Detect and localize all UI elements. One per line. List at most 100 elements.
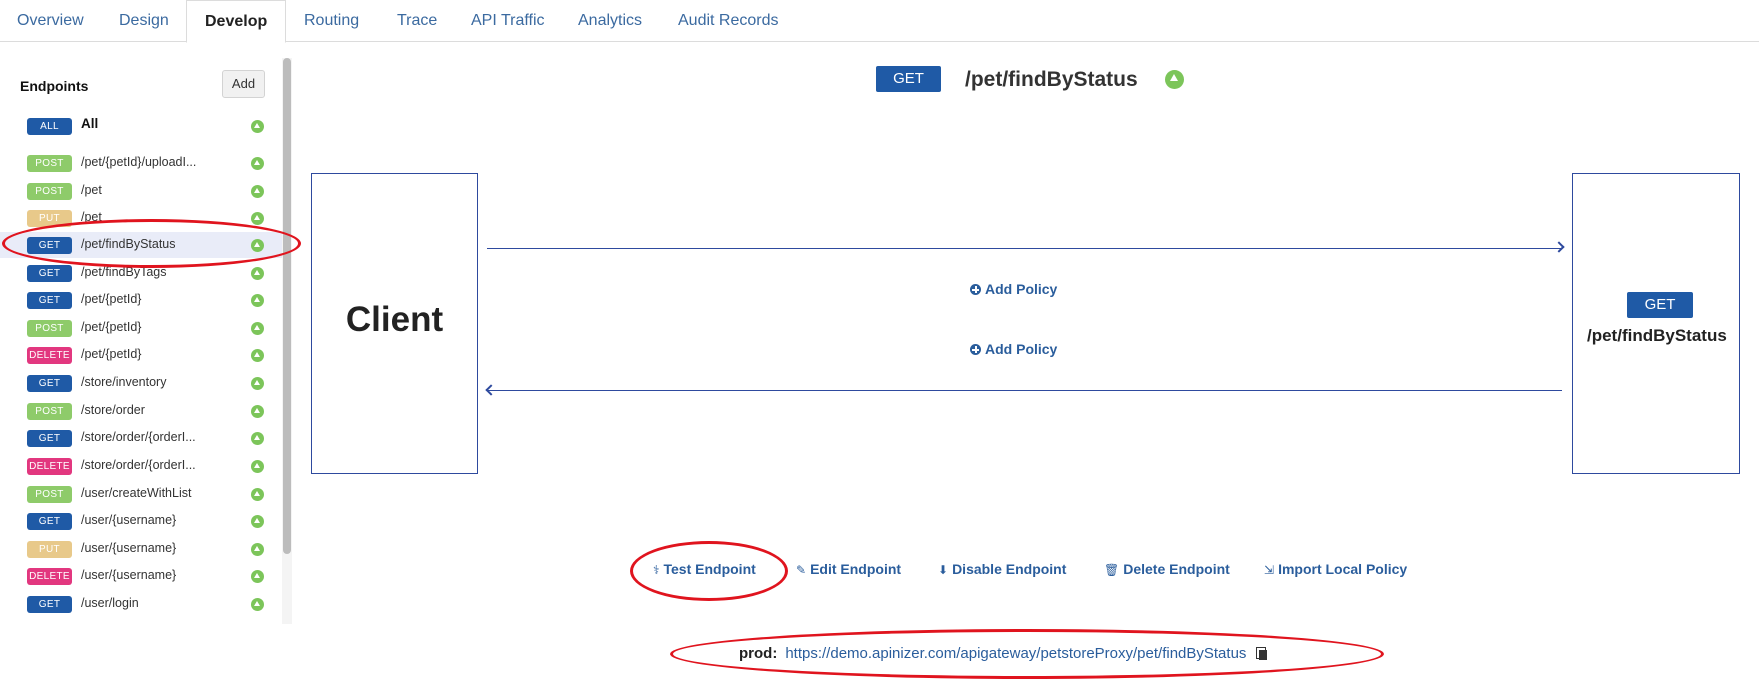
endpoint-path: All [81,116,99,131]
status-up-icon [251,377,264,390]
endpoint-list: ALL All POST/pet/{petId}/uploadI... POST/pe… [0,108,282,624]
endpoint-path: /store/order [81,403,145,417]
backend-method-badge: GET [1627,292,1693,318]
endpoints-title: Endpoints [20,78,89,94]
endpoint-title: /pet/findByStatus [965,68,1138,91]
import-icon: ⇲ [1264,563,1275,577]
endpoint-path: /pet/{petId} [81,347,142,361]
sidebar-scroll-thumb[interactable] [283,58,291,554]
status-up-icon [251,267,264,280]
endpoint-item[interactable]: DELETE/pet/{petId} [0,342,282,368]
add-endpoint-button[interactable]: Add [222,70,265,98]
delete-endpoint-button[interactable]: 🗑 Delete Endpoint [1104,561,1230,577]
backend-box: GET /pet/findByStatus [1572,173,1740,474]
endpoint-item[interactable]: POST/pet/{petId} [0,315,282,341]
endpoint-path: /pet/findByStatus [81,237,176,251]
copy-icon[interactable] [1256,647,1268,660]
endpoint-item[interactable]: ALL All [0,113,282,139]
endpoint-path: /user/{username} [81,568,177,582]
status-up-icon [251,488,264,501]
sidebar-scrollbar[interactable] [282,58,292,624]
tab-design[interactable]: Design [119,0,169,42]
method-badge: GET [27,375,72,392]
disable-endpoint-button[interactable]: ⬇ Disable Endpoint [938,561,1066,577]
endpoint-item[interactable]: PUT/user/{username} [0,536,282,562]
add-request-policy-button[interactable]: Add Policy [970,281,1057,297]
response-flow-line [487,390,1562,391]
edit-endpoint-button[interactable]: ✎ Edit Endpoint [796,561,901,577]
method-badge: POST [27,486,72,503]
arrow-right-icon [1553,241,1565,253]
tab-overview[interactable]: Overview [17,0,84,42]
endpoint-item[interactable]: GET/pet/{petId} [0,287,282,313]
edit-endpoint-label: Edit Endpoint [810,561,902,577]
plus-circle-icon [970,344,981,355]
endpoint-item[interactable]: GET/pet/findByStatus [0,232,282,258]
endpoint-path: /store/inventory [81,375,167,389]
status-up-icon [251,185,264,198]
method-badge: GET [27,237,72,254]
add-policy-label: Add Policy [985,341,1058,357]
status-up-icon [251,349,264,362]
tab-audit-records[interactable]: Audit Records [678,0,779,42]
method-badge: GET [27,292,72,309]
status-up-icon [251,460,264,473]
endpoint-path: /user/login [81,596,139,610]
add-response-policy-button[interactable]: Add Policy [970,341,1057,357]
endpoint-item[interactable]: POST/store/order [0,398,282,424]
endpoint-path: /store/order/{orderI... [81,430,196,444]
endpoint-item[interactable]: PUT/pet [0,205,282,231]
test-endpoint-button[interactable]: ⚕ Test Endpoint [653,561,756,577]
prod-label: prod: [739,645,778,662]
endpoint-item[interactable]: GET/store/order/{orderI... [0,425,282,451]
method-badge: GET [27,265,72,282]
status-up-icon [251,543,264,556]
tab-trace[interactable]: Trace [397,0,437,42]
backend-path: /pet/findByStatus [1587,326,1727,345]
import-local-policy-label: Import Local Policy [1278,561,1408,577]
method-badge: POST [27,403,72,420]
method-badge: GET [27,430,72,447]
download-circle-icon: ⬇ [938,563,949,577]
trash-icon: 🗑 [1104,563,1120,577]
endpoint-item[interactable]: POST/user/createWithList [0,481,282,507]
client-box: Client [311,173,478,474]
prod-url-row: prod: https://demo.apinizer.com/apigatewa… [739,645,1268,662]
arrow-left-icon [485,384,497,396]
disable-endpoint-label: Disable Endpoint [952,561,1067,577]
stethoscope-icon: ⚕ [653,563,660,577]
status-up-icon [251,570,264,583]
test-endpoint-label: Test Endpoint [663,561,756,577]
endpoints-sidebar: Endpoints Add ALL All POST/pet/{petId}/upl… [0,58,292,624]
prod-url-link[interactable]: https://demo.apinizer.com/apigateway/pet… [785,645,1246,662]
status-up-icon [251,294,264,307]
endpoint-path: /store/order/{orderI... [81,458,196,472]
method-badge: POST [27,183,72,200]
endpoint-item[interactable]: DELETE/user/{username} [0,563,282,589]
tab-routing[interactable]: Routing [304,0,359,42]
status-up-icon [251,239,264,252]
status-up-icon [251,120,264,133]
tab-bar: Overview Design Develop Routing Trace AP… [0,0,1759,43]
tab-api-traffic[interactable]: API Traffic [471,0,545,42]
endpoint-method-badge: GET [876,66,941,92]
endpoint-item[interactable]: GET/pet/findByTags [0,260,282,286]
method-badge: GET [27,513,72,530]
endpoint-item[interactable]: GET/user/{username} [0,508,282,534]
endpoint-item[interactable]: GET/store/inventory [0,370,282,396]
endpoint-item[interactable]: POST/pet/{petId}/uploadI... [0,150,282,176]
pencil-icon: ✎ [796,563,807,577]
plus-circle-icon [970,284,981,295]
tab-develop[interactable]: Develop [186,0,287,43]
endpoint-item[interactable]: POST/pet [0,178,282,204]
endpoint-item[interactable]: GET/user/login [0,591,282,617]
endpoint-item[interactable]: DELETE/store/order/{orderI... [0,453,282,479]
status-up-icon [251,598,264,611]
client-label: Client [345,300,444,339]
tab-analytics[interactable]: Analytics [578,0,642,42]
status-up-icon [251,212,264,225]
endpoint-path: /pet/{petId}/uploadI... [81,155,197,169]
import-local-policy-button[interactable]: ⇲ Import Local Policy [1264,561,1407,577]
method-badge: POST [27,155,72,172]
status-up-icon [251,157,264,170]
